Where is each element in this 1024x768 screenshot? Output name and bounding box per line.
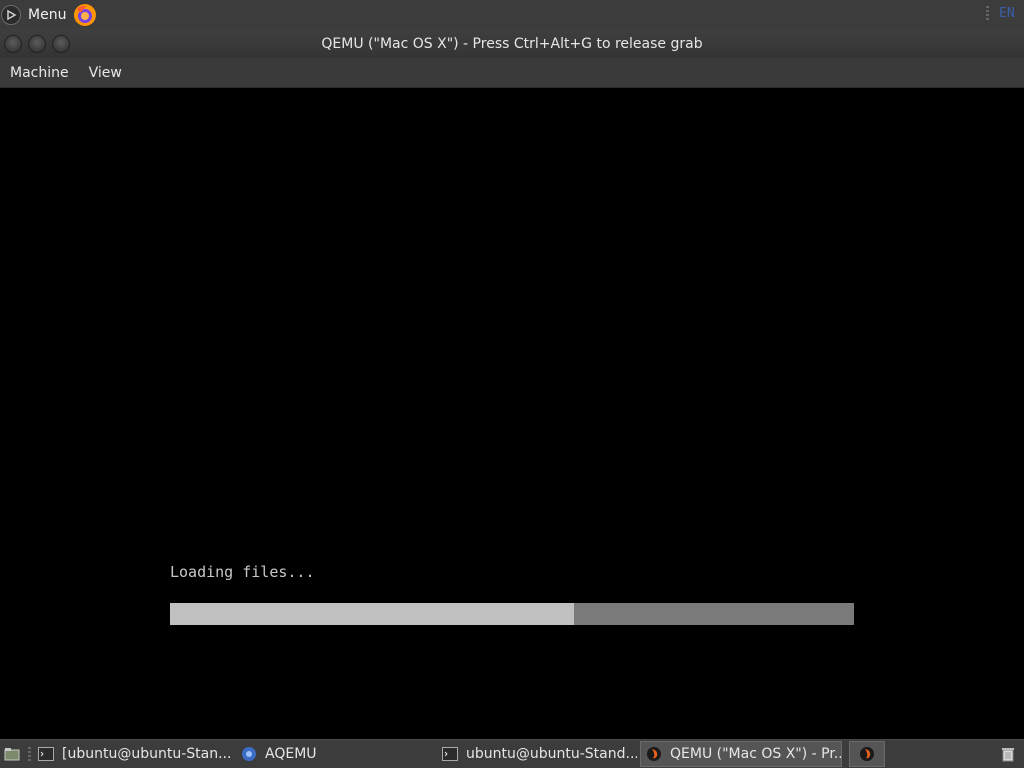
maximize-icon[interactable]	[52, 35, 70, 53]
terminal-icon	[442, 747, 458, 761]
boot-progress-bar	[170, 603, 854, 625]
taskbar-separator	[28, 747, 31, 763]
taskbar-item-label: QEMU ("Mac OS X") - Pr...	[670, 746, 842, 762]
close-icon[interactable]	[4, 35, 22, 53]
tray-qemu-button[interactable]	[849, 741, 885, 767]
mint-menu-icon	[1, 4, 21, 25]
panel-separator	[986, 6, 989, 22]
vm-display[interactable]: Loading files...	[0, 88, 1024, 739]
taskbar-item-qemu[interactable]: QEMU ("Mac OS X") - Pr...	[640, 741, 842, 767]
minimize-icon[interactable]	[28, 35, 46, 53]
show-desktop-icon[interactable]	[2, 741, 24, 767]
taskbar-item-label: AQEMU	[265, 746, 317, 762]
taskbar: [ubuntu@ubuntu-Stan... AQEMU ubuntu@ubun…	[0, 739, 1024, 768]
keyboard-layout-indicator[interactable]: EN	[999, 6, 1015, 21]
main-menu-button[interactable]: Menu	[0, 0, 66, 29]
window-title: QEMU ("Mac OS X") - Press Ctrl+Alt+G to …	[321, 35, 703, 52]
taskbar-item-label: [ubuntu@ubuntu-Stan...	[62, 746, 232, 762]
qemu-icon	[647, 747, 661, 761]
top-panel: Menu EN	[0, 0, 1024, 29]
qemu-icon	[860, 747, 874, 761]
taskbar-item-terminal-2[interactable]: ubuntu@ubuntu-Stand...	[442, 741, 637, 767]
menu-label: Menu	[28, 6, 67, 23]
menubar: Machine View	[0, 58, 1024, 88]
taskbar-item-label: ubuntu@ubuntu-Stand...	[466, 746, 637, 762]
trash-icon[interactable]	[1000, 741, 1022, 767]
aqemu-icon	[242, 747, 256, 761]
loading-text: Loading files...	[170, 563, 315, 581]
menu-view[interactable]: View	[79, 65, 132, 81]
terminal-icon	[38, 747, 54, 761]
taskbar-item-aqemu[interactable]: AQEMU	[241, 741, 431, 767]
firefox-icon[interactable]	[73, 3, 97, 27]
window-titlebar[interactable]: QEMU ("Mac OS X") - Press Ctrl+Alt+G to …	[0, 29, 1024, 58]
boot-progress-fill	[170, 603, 574, 625]
menu-machine[interactable]: Machine	[0, 65, 79, 81]
taskbar-item-terminal-1[interactable]: [ubuntu@ubuntu-Stan...	[38, 741, 238, 767]
